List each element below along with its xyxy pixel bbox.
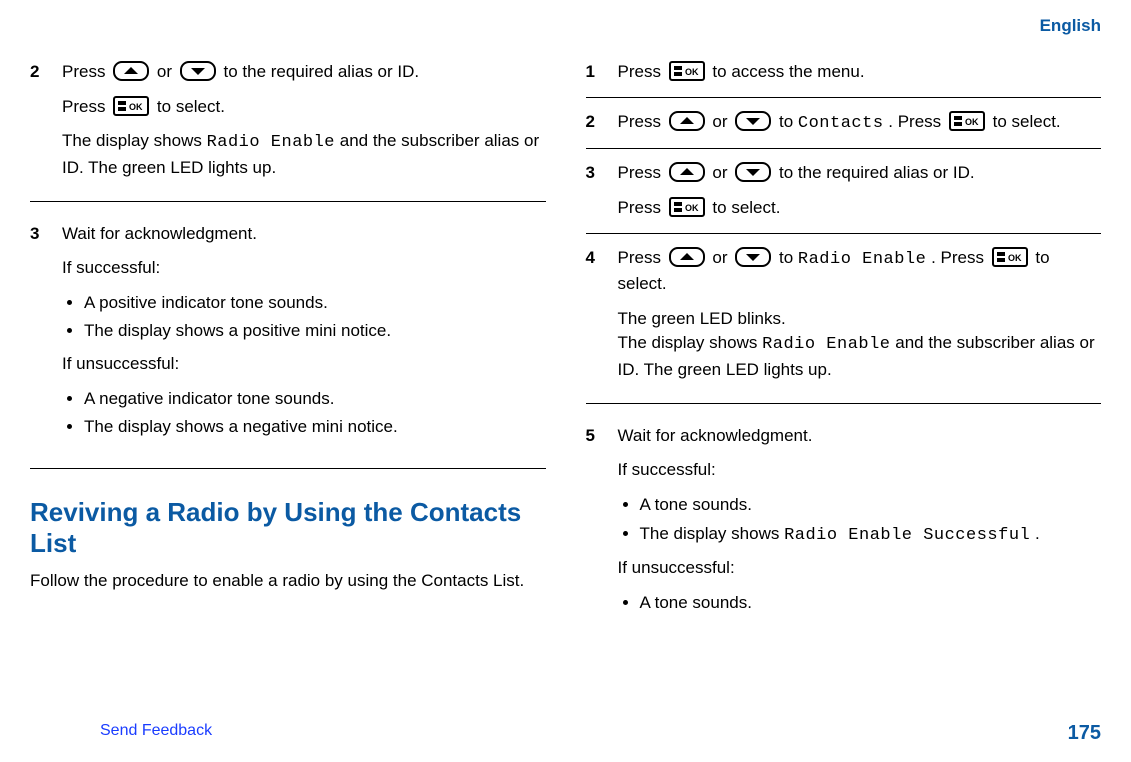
left-step-2: 2 Press or to the required alias or ID. …	[30, 48, 546, 193]
page-content: 2 Press or to the required alias or ID. …	[0, 0, 1131, 686]
down-arrow-icon	[735, 247, 771, 267]
text: If unsuccessful:	[618, 556, 1040, 581]
text: If unsuccessful:	[62, 352, 398, 377]
text: to select.	[993, 112, 1061, 131]
text: Press	[618, 163, 666, 182]
text: Press	[62, 97, 110, 116]
ok-button-icon	[992, 247, 1028, 267]
display-text: Radio Enable	[798, 250, 926, 269]
step-number: 2	[30, 60, 48, 181]
step-body: Press or to Contacts . Press to select.	[618, 110, 1061, 137]
text: to	[779, 112, 798, 131]
section-heading: Reviving a Radio by Using the Contacts L…	[30, 497, 546, 559]
right-step-3: 3 Press or to the required alias or ID. …	[586, 148, 1102, 232]
text: .	[1035, 524, 1040, 543]
display-text: Radio Enable	[207, 133, 335, 152]
list-item: The display shows a negative mini notice…	[84, 415, 398, 440]
text: Press	[618, 198, 666, 217]
right-step-2: 2 Press or to Contacts . Press to select…	[586, 97, 1102, 149]
ok-button-icon	[669, 197, 705, 217]
right-step-5: 5 Wait for acknowledgment. If successful…	[586, 412, 1102, 636]
language-header: English	[1040, 14, 1101, 39]
step-body: Press or to the required alias or ID. Pr…	[62, 60, 546, 181]
text: or	[712, 163, 732, 182]
step-number: 2	[586, 110, 604, 137]
up-arrow-icon	[113, 61, 149, 81]
step-body: Wait for acknowledgment. If successful: …	[62, 222, 398, 448]
text: Wait for acknowledgment.	[618, 424, 1040, 449]
text: Press	[618, 112, 666, 131]
text: or	[712, 112, 732, 131]
text: Press	[618, 62, 666, 81]
ok-button-icon	[113, 96, 149, 116]
divider	[30, 201, 546, 202]
left-step-3: 3 Wait for acknowledgment. If successful…	[30, 210, 546, 460]
text: Wait for acknowledgment.	[62, 222, 398, 247]
section-intro: Follow the procedure to enable a radio b…	[30, 569, 546, 594]
text: to the required alias or ID.	[224, 62, 420, 81]
step-body: Press or to Radio Enable . Press to sele…	[618, 246, 1102, 383]
ok-button-icon	[669, 61, 705, 81]
text: The display shows	[618, 333, 763, 352]
display-text: Radio Enable	[762, 335, 890, 354]
step-number: 3	[30, 222, 48, 448]
divider	[30, 468, 546, 469]
left-column: 2 Press or to the required alias or ID. …	[30, 20, 546, 636]
step-number: 5	[586, 424, 604, 624]
text: to select.	[712, 198, 780, 217]
step-body: Press or to the required alias or ID. Pr…	[618, 161, 975, 220]
send-feedback-link[interactable]: Send Feedback	[100, 719, 212, 748]
down-arrow-icon	[180, 61, 216, 81]
text: . Press	[931, 248, 989, 267]
down-arrow-icon	[735, 162, 771, 182]
text: to access the menu.	[712, 62, 864, 81]
text: . Press	[888, 112, 946, 131]
divider	[586, 403, 1102, 404]
up-arrow-icon	[669, 247, 705, 267]
right-step-1: 1 Press to access the menu.	[586, 48, 1102, 97]
text: If successful:	[62, 256, 398, 281]
list-item: A tone sounds.	[640, 493, 1040, 518]
text: or	[157, 62, 177, 81]
list-item: The display shows Radio Enable Successfu…	[640, 522, 1040, 549]
step-number: 3	[586, 161, 604, 220]
step-body: Press to access the menu.	[618, 60, 865, 85]
text: The green LED blinks.	[618, 307, 1102, 332]
text: to	[779, 248, 798, 267]
text: to select.	[157, 97, 225, 116]
text: The display shows	[640, 524, 785, 543]
display-text: Contacts	[798, 114, 884, 133]
page-number: 175	[1068, 719, 1101, 748]
ok-button-icon	[949, 111, 985, 131]
step-body: Wait for acknowledgment. If successful: …	[618, 424, 1040, 624]
unsuccess-list: A tone sounds.	[618, 591, 1040, 616]
list-item: A negative indicator tone sounds.	[84, 387, 398, 412]
text: Press	[62, 62, 110, 81]
down-arrow-icon	[735, 111, 771, 131]
text: The display shows	[62, 131, 207, 150]
success-list: A positive indicator tone sounds. The di…	[62, 291, 398, 344]
right-step-4: 4 Press or to Radio Enable . Press to se…	[586, 233, 1102, 395]
step-number: 1	[586, 60, 604, 85]
unsuccess-list: A negative indicator tone sounds. The di…	[62, 387, 398, 440]
list-item: A positive indicator tone sounds.	[84, 291, 398, 316]
list-item: A tone sounds.	[640, 591, 1040, 616]
step-number: 4	[586, 246, 604, 383]
text: Press	[618, 248, 666, 267]
text: to the required alias or ID.	[779, 163, 975, 182]
success-list: A tone sounds. The display shows Radio E…	[618, 493, 1040, 548]
list-item: The display shows a positive mini notice…	[84, 319, 398, 344]
text: If successful:	[618, 458, 1040, 483]
display-text: Radio Enable Successful	[784, 526, 1030, 545]
page-footer: Send Feedback 175	[0, 719, 1131, 748]
up-arrow-icon	[669, 111, 705, 131]
right-column: 1 Press to access the menu. 2 Press or t…	[586, 20, 1102, 636]
text: or	[712, 248, 732, 267]
up-arrow-icon	[669, 162, 705, 182]
